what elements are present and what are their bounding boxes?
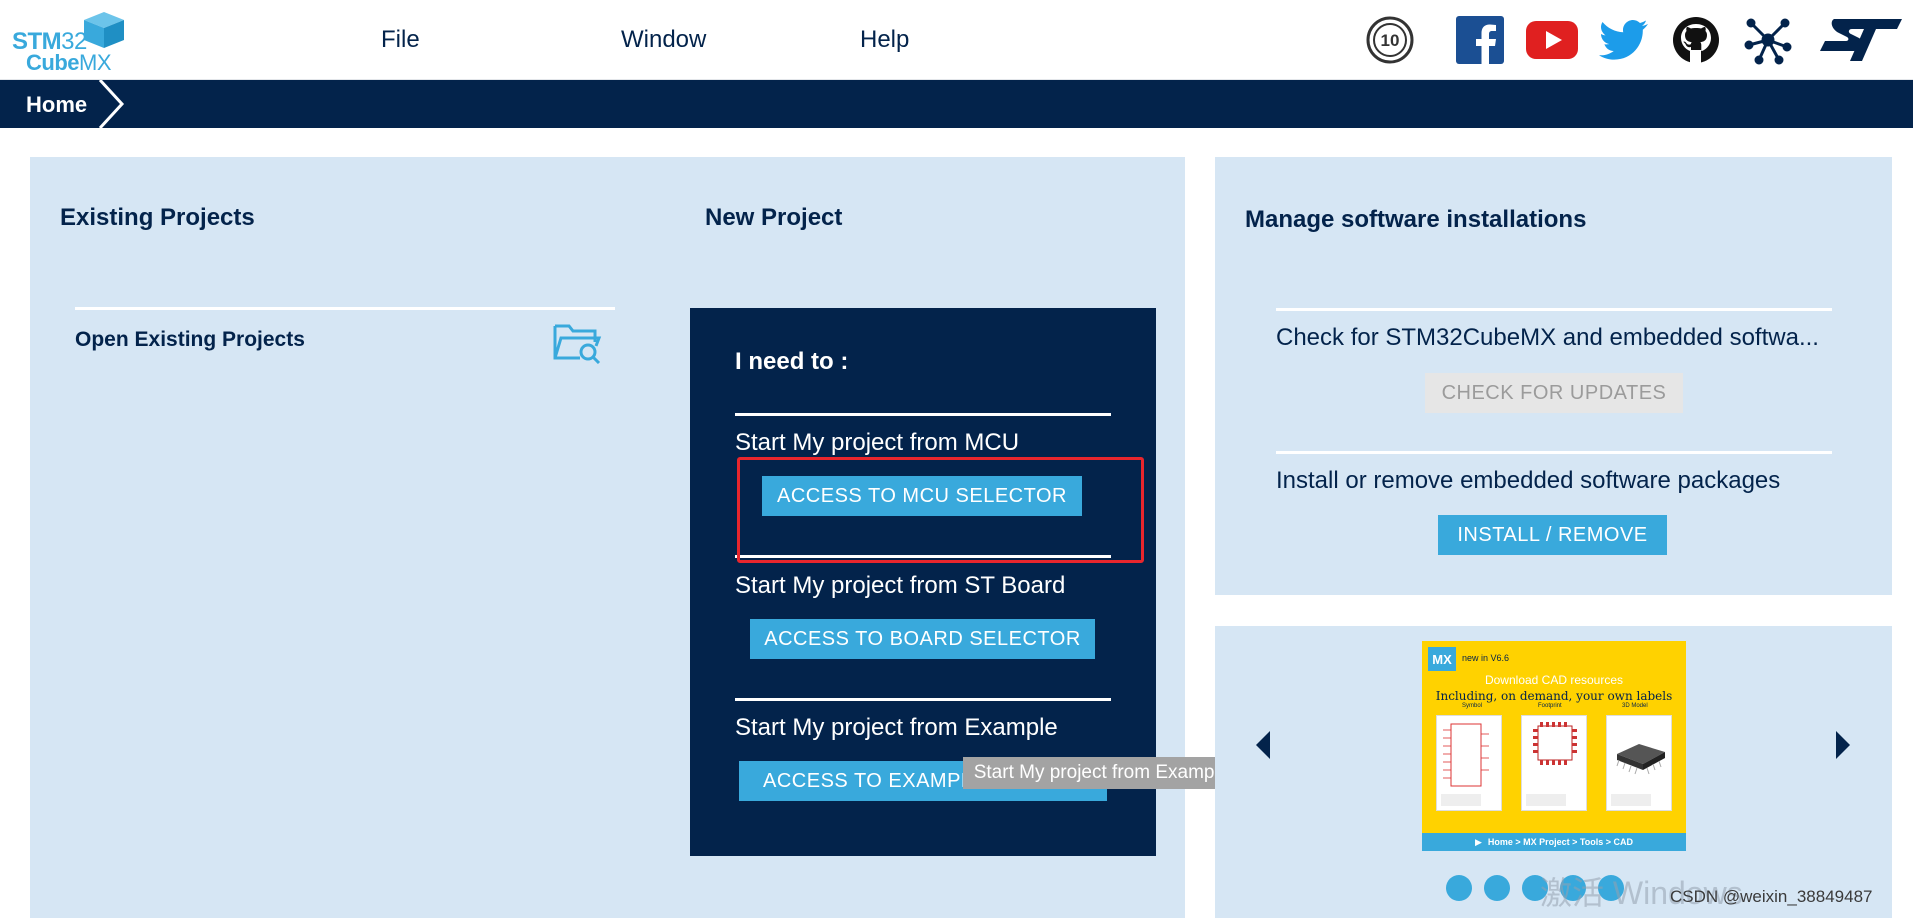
- top-menu-bar: STM32 CubeMX File Window Help 10: [0, 0, 1913, 80]
- st-logo-icon[interactable]: [1818, 14, 1904, 66]
- install-remove-text: Install or remove embedded software pack…: [1276, 467, 1781, 494]
- menu-window[interactable]: Window: [621, 26, 706, 54]
- existing-projects-title: Existing Projects: [60, 204, 255, 231]
- folder-search-icon[interactable]: [552, 320, 602, 365]
- slide-footer: ▶ Home > MX Project > Tools > CAD: [1422, 833, 1686, 851]
- 3d-model-card: [1606, 715, 1672, 811]
- carousel-dot[interactable]: [1484, 875, 1510, 901]
- divider: [1276, 308, 1832, 311]
- divider: [735, 555, 1111, 558]
- manage-software-title: Manage software installations: [1245, 206, 1587, 233]
- slide-caption: Symbol: [1462, 703, 1483, 709]
- slide-caption: Footprint: [1538, 703, 1562, 709]
- check-updates-text: Check for STM32CubeMX and embedded softw…: [1276, 324, 1819, 351]
- divider: [735, 413, 1111, 416]
- menu-help[interactable]: Help: [860, 26, 909, 54]
- stm32cubemx-logo: STM32 CubeMX: [12, 10, 124, 75]
- mcu-label: Start My project from MCU: [735, 429, 1020, 456]
- twitter-icon[interactable]: [1598, 14, 1650, 66]
- i-need-to-label: I need to :: [735, 348, 849, 375]
- carousel-prev-icon[interactable]: [1256, 731, 1270, 764]
- youtube-icon[interactable]: [1526, 14, 1578, 66]
- slide-caption: 3D Model: [1622, 703, 1648, 709]
- check-for-updates-button[interactable]: CHECK FOR UPDATES: [1425, 373, 1683, 413]
- mx-badge: MX: [1428, 647, 1456, 671]
- anniversary-10-icon[interactable]: 10: [1364, 14, 1416, 66]
- example-label: Start My project from Example: [735, 714, 1058, 741]
- slide-headline: Download CAD resources: [1484, 673, 1624, 687]
- board-label: Start My project from ST Board: [735, 572, 1066, 599]
- carousel-next-icon[interactable]: [1836, 731, 1850, 764]
- access-mcu-selector-button[interactable]: ACCESS TO MCU SELECTOR: [762, 476, 1082, 516]
- divider: [75, 307, 615, 310]
- carousel-slide[interactable]: MX new in V6.6 Download CAD resources In…: [1422, 641, 1686, 851]
- svg-text:10: 10: [1381, 31, 1400, 50]
- divider: [1276, 451, 1832, 454]
- new-in-label: new in V6.6: [1462, 653, 1510, 663]
- csdn-credit: CSDN @weixin_38849487: [1670, 887, 1873, 906]
- install-remove-button[interactable]: INSTALL / REMOVE: [1438, 515, 1667, 555]
- cube-icon: [84, 12, 124, 48]
- breadcrumb: Home: [0, 80, 1913, 128]
- chevron-right-icon: [98, 80, 125, 128]
- facebook-icon[interactable]: [1454, 14, 1506, 66]
- slide-subline: Including, on demand, your own labels: [1435, 689, 1673, 703]
- carousel-dot[interactable]: [1446, 875, 1472, 901]
- divider: [735, 698, 1111, 701]
- github-icon[interactable]: [1670, 14, 1722, 66]
- symbol-card: [1436, 715, 1502, 811]
- access-board-selector-button[interactable]: ACCESS TO BOARD SELECTOR: [750, 619, 1095, 659]
- tooltip: Start My project from Example: [963, 757, 1240, 789]
- new-project-title: New Project: [705, 204, 843, 231]
- breadcrumb-home[interactable]: Home: [0, 80, 125, 128]
- play-icon: ▶: [1474, 836, 1482, 847]
- menu-file[interactable]: File: [381, 26, 420, 54]
- footprint-card: [1521, 715, 1587, 811]
- open-existing-projects-label[interactable]: Open Existing Projects: [75, 328, 305, 352]
- network-icon[interactable]: [1742, 14, 1794, 66]
